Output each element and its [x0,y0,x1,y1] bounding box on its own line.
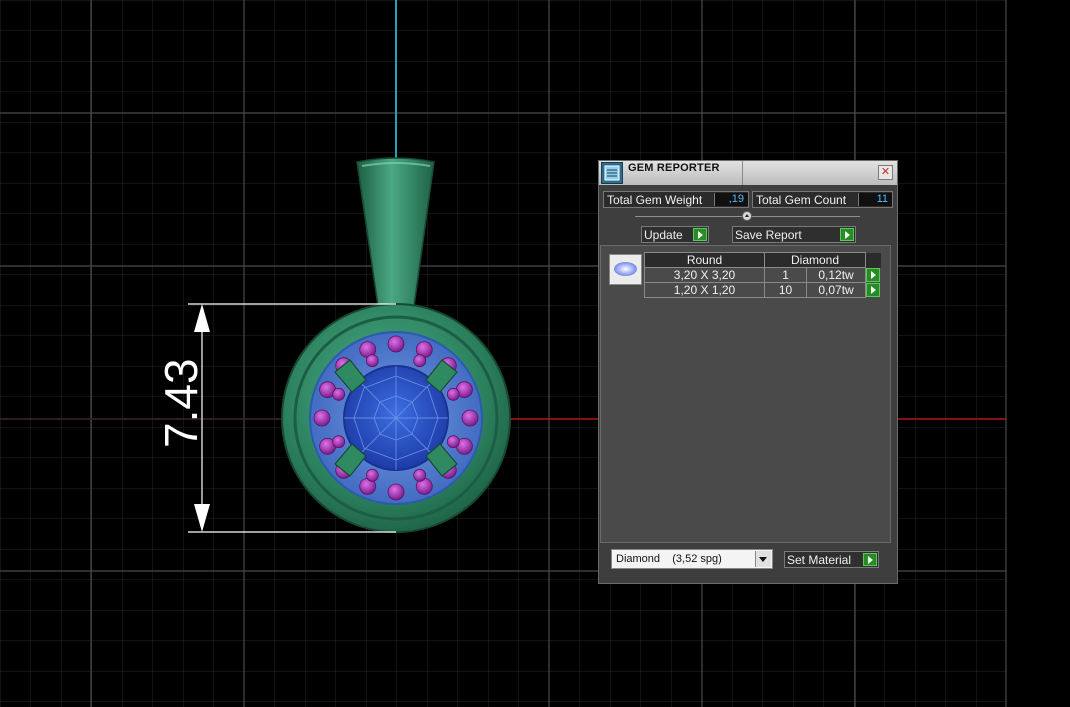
gem-count: 10 [763,282,808,298]
3d-viewport[interactable]: 7.43 [0,0,1070,707]
header-material: Diamond [764,252,866,268]
gem-weight: 0,07tw [806,282,866,298]
side-stone [413,354,427,368]
gem-size: 3,20 X 3,20 [644,267,765,283]
side-stone [332,435,346,449]
gem-table-row[interactable]: 3,20 X 3,20 1 0,12tw [644,267,881,283]
set-material-button[interactable]: Set Material [784,551,879,568]
total-gem-weight-value: ,19 [714,193,748,206]
material-select-value: Diamond (3,52 spg) [616,553,722,565]
side-stone [446,435,460,449]
header-shape: Round [644,252,765,268]
panel-titlebar[interactable]: GEM REPORTER ✕ [599,161,897,185]
bail [356,157,435,311]
side-stone [413,468,427,482]
gem-count: 1 [763,267,808,283]
panel-title: GEM REPORTER [628,162,720,174]
play-arrow-icon [863,553,877,566]
save-report-button-label: Save Report [735,228,802,242]
save-report-button[interactable]: Save Report [732,226,856,243]
titlebar-divider [742,161,743,185]
side-stone [446,387,460,401]
side-stone [313,409,331,427]
side-stone [365,468,379,482]
update-button-label: Update [644,228,683,242]
gem-size: 1,20 X 1,20 [644,282,765,298]
gem-table: Round Diamond 3,20 X 3,20 1 0,12tw 1,20 … [644,252,881,298]
total-gem-count-value: 11 [858,193,892,206]
play-arrow-icon [693,228,707,241]
slider-handle[interactable] [742,211,752,221]
gem-reporter-logo-icon [601,162,623,184]
gem-table-header: Round Diamond [644,252,881,268]
total-gem-count-field: Total Gem Count 11 [752,191,893,208]
gem-reporter-panel: GEM REPORTER ✕ Total Gem Weight ,19 Tota… [598,160,898,584]
total-gem-count-label: Total Gem Count [756,193,847,207]
material-select[interactable]: Diamond (3,52 spg) [611,549,773,569]
pendant-model[interactable] [0,0,1070,707]
play-arrow-icon [866,283,880,297]
round-gem-icon[interactable] [609,254,642,285]
row-go-button[interactable] [866,268,881,283]
dimension-arrow-top [194,304,210,332]
close-icon[interactable]: ✕ [878,165,893,180]
update-button[interactable]: Update [641,226,709,243]
side-stone [365,354,379,368]
play-arrow-icon [840,228,854,241]
side-stone [387,483,405,501]
total-gem-weight-field: Total Gem Weight ,19 [603,191,749,208]
total-gem-weight-label: Total Gem Weight [607,193,703,207]
dimension-arrow-bottom [194,504,210,532]
side-stone [332,387,346,401]
gem-table-row[interactable]: 1,20 X 1,20 10 0,07tw [644,282,881,298]
row-go-button[interactable] [866,283,881,298]
gem-weight: 0,12tw [806,267,866,283]
chevron-down-icon[interactable] [755,551,771,567]
side-stone [387,335,405,353]
gem-list-area: Round Diamond 3,20 X 3,20 1 0,12tw 1,20 … [600,245,891,543]
set-material-button-label: Set Material [787,553,852,567]
dimension-label: 7.43 [155,358,207,448]
play-arrow-icon [866,268,880,282]
side-stone [461,409,479,427]
